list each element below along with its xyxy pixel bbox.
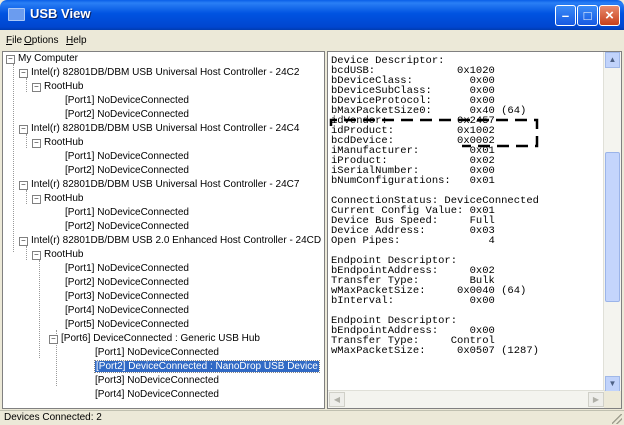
scroll-left-button[interactable]: ◀ (329, 392, 345, 407)
collapse-icon[interactable]: – (49, 335, 58, 344)
tree-label: [Port1] NoDeviceConnected (65, 263, 189, 274)
scroll-thumb[interactable] (605, 152, 620, 302)
tree-label: [Port1] NoDeviceConnected (65, 95, 189, 106)
tree-label: [Port4] NoDeviceConnected (65, 305, 189, 316)
usb-view-app-icon (8, 8, 25, 21)
tree-label: My Computer (18, 53, 79, 64)
tree-label: [Port2] NoDeviceConnected (65, 165, 189, 176)
tree-node-my-computer[interactable]: – My Computer (6, 52, 78, 66)
minimize-icon: – (561, 8, 570, 23)
title-bar[interactable]: USB View – □ × (0, 0, 624, 30)
collapse-icon[interactable]: – (19, 69, 28, 78)
menu-file[interactable]: File (6, 35, 22, 46)
device-details-panel[interactable]: Device Descriptor: bcdUSB: 0x1020 bDevic… (327, 51, 622, 409)
tree-label: RootHub (44, 81, 84, 92)
tree-node-roothub[interactable]: – RootHub (32, 192, 83, 206)
tree-node-controller-24cd[interactable]: – Intel(r) 82801DB/DBM USB 2.0 Enhanced H… (19, 234, 321, 248)
menu-options[interactable]: Options (24, 35, 58, 46)
tree-node-port[interactable]: [Port2] NoDeviceConnected (65, 220, 189, 234)
minimize-button[interactable]: – (555, 5, 576, 26)
tree-label-selected: [Port2] DeviceConnected : NanoDrop USB D… (94, 360, 320, 373)
tree-node-port[interactable]: [Port4] NoDeviceConnected (95, 388, 219, 402)
window-title: USB View (30, 6, 91, 21)
close-button[interactable]: × (599, 5, 620, 26)
collapse-icon[interactable]: – (32, 195, 41, 204)
menu-help[interactable]: Help (66, 35, 87, 46)
close-icon: × (605, 7, 614, 24)
tree-node-port[interactable]: [Port2] NoDeviceConnected (65, 276, 189, 290)
tree-label: [Port1] NoDeviceConnected (65, 207, 189, 218)
tree-label: Intel(r) 82801DB/DBM USB Universal Host … (31, 123, 300, 134)
tree-node-port[interactable]: [Port3] NoDeviceConnected (65, 290, 189, 304)
tree-node-roothub[interactable]: – RootHub (32, 248, 83, 262)
tree-node-port[interactable]: [Port1] NoDeviceConnected (65, 262, 189, 276)
collapse-icon[interactable]: – (19, 237, 28, 246)
scrollbar-corner (604, 391, 621, 408)
collapse-icon[interactable]: – (19, 181, 28, 190)
device-details-text: Device Descriptor: bcdUSB: 0x1020 bDevic… (331, 55, 539, 357)
tree-label: [Port4] NoDeviceConnected (95, 389, 219, 400)
status-text: Devices Connected: 2 (4, 412, 102, 423)
scroll-up-button[interactable]: ▲ (605, 52, 620, 68)
collapse-icon[interactable]: – (32, 83, 41, 92)
tree-label: RootHub (44, 193, 84, 204)
device-tree-panel[interactable]: – My Computer – Intel(r) 82801DB/DBM USB U… (2, 51, 325, 409)
tree-label: [Port5] NoDeviceConnected (65, 319, 189, 330)
scroll-right-button[interactable]: ▶ (588, 392, 604, 407)
maximize-button[interactable]: □ (577, 5, 598, 26)
menu-bar: File Options Help (0, 30, 624, 50)
tree-node-controller-24c2[interactable]: – Intel(r) 82801DB/DBM USB Universal Host… (19, 66, 299, 80)
tree-node-controller-24c7[interactable]: – Intel(r) 82801DB/DBM USB Universal Host… (19, 178, 299, 192)
collapse-icon[interactable]: – (19, 125, 28, 134)
status-bar: Devices Connected: 2 (0, 410, 624, 425)
collapse-icon[interactable]: – (32, 251, 41, 260)
maximize-icon: □ (583, 8, 592, 23)
tree-node-port[interactable]: [Port1] NoDeviceConnected (65, 94, 189, 108)
tree-node-generic-usb-hub[interactable]: – [Port6] DeviceConnected : Generic USB H… (49, 332, 260, 346)
tree-node-port[interactable]: [Port2] NoDeviceConnected (65, 164, 189, 178)
tree-label: RootHub (44, 249, 84, 260)
tree-label: [Port2] NoDeviceConnected (65, 277, 189, 288)
scroll-down-button[interactable]: ▼ (605, 376, 620, 392)
tree-node-port[interactable]: [Port5] NoDeviceConnected (65, 318, 189, 332)
chevron-left-icon: ◀ (333, 395, 341, 404)
tree-label: [Port2] NoDeviceConnected (65, 109, 189, 120)
tree-label: [Port1] NoDeviceConnected (65, 151, 189, 162)
tree-node-controller-24c4[interactable]: – Intel(r) 82801DB/DBM USB Universal Host… (19, 122, 299, 136)
collapse-icon[interactable]: – (6, 55, 15, 64)
tree-node-port[interactable]: [Port1] NoDeviceConnected (65, 150, 189, 164)
collapse-icon[interactable]: – (32, 139, 41, 148)
horizontal-scrollbar[interactable]: ◀ ▶ (328, 390, 605, 408)
resize-grip-icon[interactable] (612, 414, 622, 424)
tree-label: Intel(r) 82801DB/DBM USB Universal Host … (31, 67, 300, 78)
chevron-right-icon: ▶ (592, 395, 600, 404)
tree-node-port[interactable]: [Port4] NoDeviceConnected (65, 304, 189, 318)
tree-label: Intel(r) 82801DB/DBM USB 2.0 Enhanced Ho… (31, 235, 322, 246)
tree-node-port[interactable]: [Port2] NoDeviceConnected (65, 108, 189, 122)
tree-label: [Port3] NoDeviceConnected (95, 375, 219, 386)
tree-label: [Port6] DeviceConnected : Generic USB Hu… (61, 333, 260, 344)
tree-node-port[interactable]: [Port1] NoDeviceConnected (95, 346, 219, 360)
tree-label: [Port3] NoDeviceConnected (65, 291, 189, 302)
tree-node-roothub[interactable]: – RootHub (32, 80, 83, 94)
tree-label: [Port2] NoDeviceConnected (65, 221, 189, 232)
tree-node-port[interactable]: [Port3] NoDeviceConnected (95, 374, 219, 388)
tree-label: RootHub (44, 137, 84, 148)
tree-label: Intel(r) 82801DB/DBM USB Universal Host … (31, 179, 300, 190)
chevron-down-icon: ▼ (608, 379, 617, 388)
tree-node-nanodrop-selected[interactable]: [Port2] DeviceConnected : NanoDrop USB D… (94, 360, 320, 374)
tree-label: [Port1] NoDeviceConnected (95, 347, 219, 358)
tree-node-port[interactable]: [Port1] NoDeviceConnected (65, 206, 189, 220)
tree-node-roothub[interactable]: – RootHub (32, 136, 83, 150)
vertical-scrollbar[interactable]: ▲ ▼ (603, 52, 621, 392)
chevron-up-icon: ▲ (608, 55, 617, 64)
